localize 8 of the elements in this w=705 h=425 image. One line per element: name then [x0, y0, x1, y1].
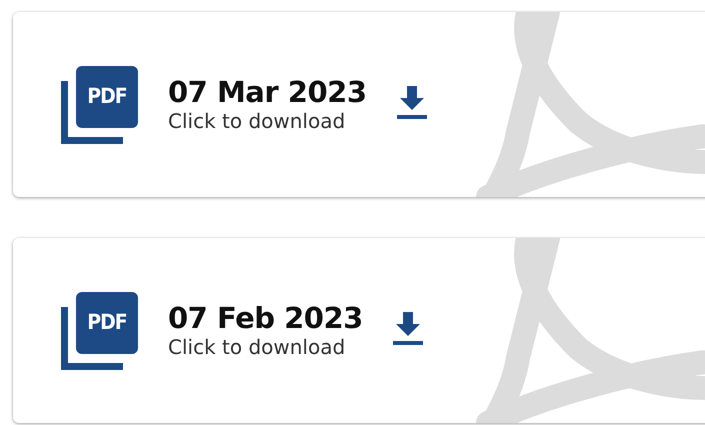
document-date: 07 Feb 2023	[168, 302, 363, 336]
download-hint: Click to download	[168, 335, 346, 360]
download-button[interactable]	[396, 84, 426, 120]
download-button[interactable]	[392, 310, 423, 346]
document-card[interactable]: PDF 07 Mar 2023 Click to download	[13, 12, 705, 197]
download-hint: Click to download	[168, 109, 346, 134]
document-date: 07 Mar 2023	[168, 76, 366, 110]
document-card[interactable]: PDF 07 Feb 2023 Click to download	[13, 238, 705, 423]
